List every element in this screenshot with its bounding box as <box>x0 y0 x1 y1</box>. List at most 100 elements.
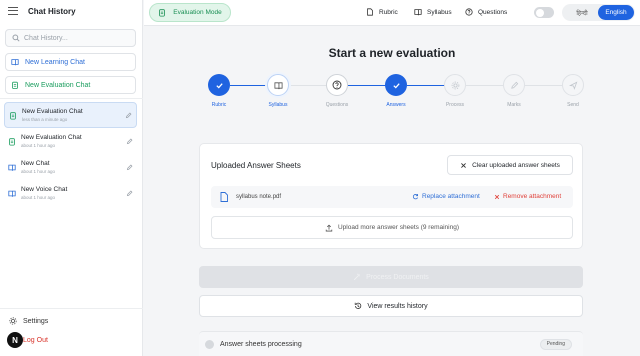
page-title: Start a new evaluation <box>328 46 456 60</box>
upload-more-button[interactable]: Upload more answer sheets (9 remaining) <box>211 216 573 239</box>
chat-item-title: New Chat <box>21 160 50 167</box>
sidebar-header: Chat History <box>0 0 142 22</box>
sidebar-title: Chat History <box>28 6 76 16</box>
chat-list-item[interactable]: New Evaluation Chat less than a minute a… <box>4 102 137 128</box>
chat-item-time: less than a minute ago <box>22 117 68 122</box>
sidebar-divider <box>0 98 143 99</box>
chat-list-item[interactable]: New Evaluation Chat about 1 hour ago <box>4 128 137 154</box>
document-icon <box>367 8 373 16</box>
upload-more-label: Upload more answer sheets (9 remaining) <box>337 224 460 231</box>
file-icon <box>220 192 228 202</box>
evaluation-mode-badge[interactable]: Evaluation Mode <box>149 3 231 22</box>
step-marks[interactable]: Marks <box>494 74 534 108</box>
pencil-icon <box>503 74 525 96</box>
send-icon <box>562 74 584 96</box>
menu-icon[interactable] <box>8 7 18 15</box>
processing-label: Answer sheets processing <box>220 340 302 348</box>
close-icon <box>494 194 500 199</box>
sidebar-bottom-divider <box>0 308 143 309</box>
book-icon <box>11 59 19 66</box>
pending-badge: Pending <box>539 338 572 350</box>
chat-item-title: New Evaluation Chat <box>21 134 82 141</box>
book-icon <box>8 189 16 198</box>
chat-search-input[interactable]: Chat History... <box>5 29 136 47</box>
uploaded-file-row: syllabus note.pdf Replace attachment Rem… <box>211 186 573 208</box>
search-icon <box>12 34 20 42</box>
book-icon <box>8 163 16 172</box>
settings-button[interactable]: Settings <box>9 317 48 325</box>
book-icon <box>267 74 289 96</box>
step-answers[interactable]: Answers <box>376 74 416 108</box>
step-label: Rubric <box>211 102 227 108</box>
close-icon <box>461 162 467 168</box>
clipboard-icon <box>9 111 17 120</box>
chat-list-item[interactable]: New Voice Chat about 1 hour ago <box>4 180 137 206</box>
clipboard-icon <box>12 81 18 89</box>
chat-item-time: about 1 hour ago <box>21 143 56 148</box>
remove-attachment-button[interactable]: Remove attachment <box>494 193 561 200</box>
rubric-link[interactable]: Rubric <box>366 8 398 16</box>
wand-icon <box>354 273 360 281</box>
step-questions[interactable]: Questions <box>317 74 357 108</box>
top-bar: Evaluation Mode Rubric Syllabus Question… <box>144 0 640 26</box>
questions-label: Questions <box>478 8 508 16</box>
step-process[interactable]: Process <box>435 74 475 108</box>
view-results-history-button[interactable]: View results history <box>199 295 583 317</box>
clear-uploaded-button[interactable]: Clear uploaded answer sheets <box>447 155 573 175</box>
language-switcher[interactable]: हिन्दी English <box>562 4 635 21</box>
edit-icon[interactable] <box>126 138 133 145</box>
clear-uploaded-label: Clear uploaded answer sheets <box>472 161 560 169</box>
step-label: Answers <box>386 102 406 108</box>
card-title: Uploaded Answer Sheets <box>211 161 301 170</box>
book-icon <box>414 9 422 16</box>
gear-icon <box>444 74 466 96</box>
new-evaluation-chat-label: New Evaluation Chat <box>25 81 91 89</box>
remove-attachment-label: Remove attachment <box>503 193 562 200</box>
new-evaluation-chat-button[interactable]: New Evaluation Chat <box>5 76 136 94</box>
theme-toggle[interactable] <box>534 7 554 18</box>
edit-icon[interactable] <box>126 190 133 197</box>
file-name: syllabus note.pdf <box>236 194 282 200</box>
chat-item-time: about 1 hour ago <box>21 195 56 200</box>
replace-attachment-button[interactable]: Replace attachment <box>412 193 480 200</box>
help-circle-icon <box>465 8 473 16</box>
evaluation-stepper: Rubric Syllabus Questions Answers Proces… <box>199 74 584 114</box>
logout-label: Log Out <box>23 336 48 344</box>
questions-link[interactable]: Questions <box>465 8 507 16</box>
check-icon <box>385 74 407 96</box>
chat-item-text: New Evaluation Chat about 1 hour ago <box>21 134 121 148</box>
step-syllabus[interactable]: Syllabus <box>258 74 298 108</box>
language-option-english[interactable]: English <box>598 5 634 20</box>
step-label: Questions <box>325 102 349 108</box>
chat-item-title: New Evaluation Chat <box>22 108 83 115</box>
search-placeholder: Chat History... <box>24 34 68 42</box>
step-label: Syllabus <box>268 102 288 108</box>
step-label: Marks <box>507 102 521 108</box>
new-learning-chat-button[interactable]: New Learning Chat <box>5 53 136 71</box>
chat-item-text: New Chat about 1 hour ago <box>21 160 121 174</box>
step-label: Send <box>567 102 579 108</box>
user-avatar[interactable]: N <box>7 332 23 348</box>
upload-icon <box>325 224 333 231</box>
sidebar: Chat History Chat History... New Learnin… <box>0 0 143 356</box>
chat-list-item[interactable]: New Chat about 1 hour ago <box>4 154 137 180</box>
edit-icon[interactable] <box>125 112 132 119</box>
process-documents-button[interactable]: Process Documents <box>199 266 583 288</box>
new-learning-chat-label: New Learning Chat <box>25 58 85 66</box>
uploaded-answer-sheets-card: Uploaded Answer Sheets Clear uploaded an… <box>199 143 583 249</box>
replace-attachment-label: Replace attachment <box>422 193 480 200</box>
edit-icon[interactable] <box>126 164 133 171</box>
refresh-icon <box>412 194 418 200</box>
chat-item-time: about 1 hour ago <box>21 169 56 174</box>
clipboard-icon <box>159 9 166 17</box>
help-circle-icon <box>326 74 348 96</box>
step-send[interactable]: Send <box>553 74 593 108</box>
clipboard-icon <box>8 137 16 146</box>
history-icon <box>355 302 362 309</box>
gear-icon <box>9 317 17 325</box>
language-option-hindi[interactable]: हिन्दी <box>567 9 597 17</box>
step-rubric[interactable]: Rubric <box>199 74 239 108</box>
process-documents-label: Process Documents <box>366 273 429 281</box>
syllabus-link[interactable]: Syllabus <box>414 8 452 16</box>
chat-item-text: New Evaluation Chat less than a minute a… <box>22 108 120 122</box>
